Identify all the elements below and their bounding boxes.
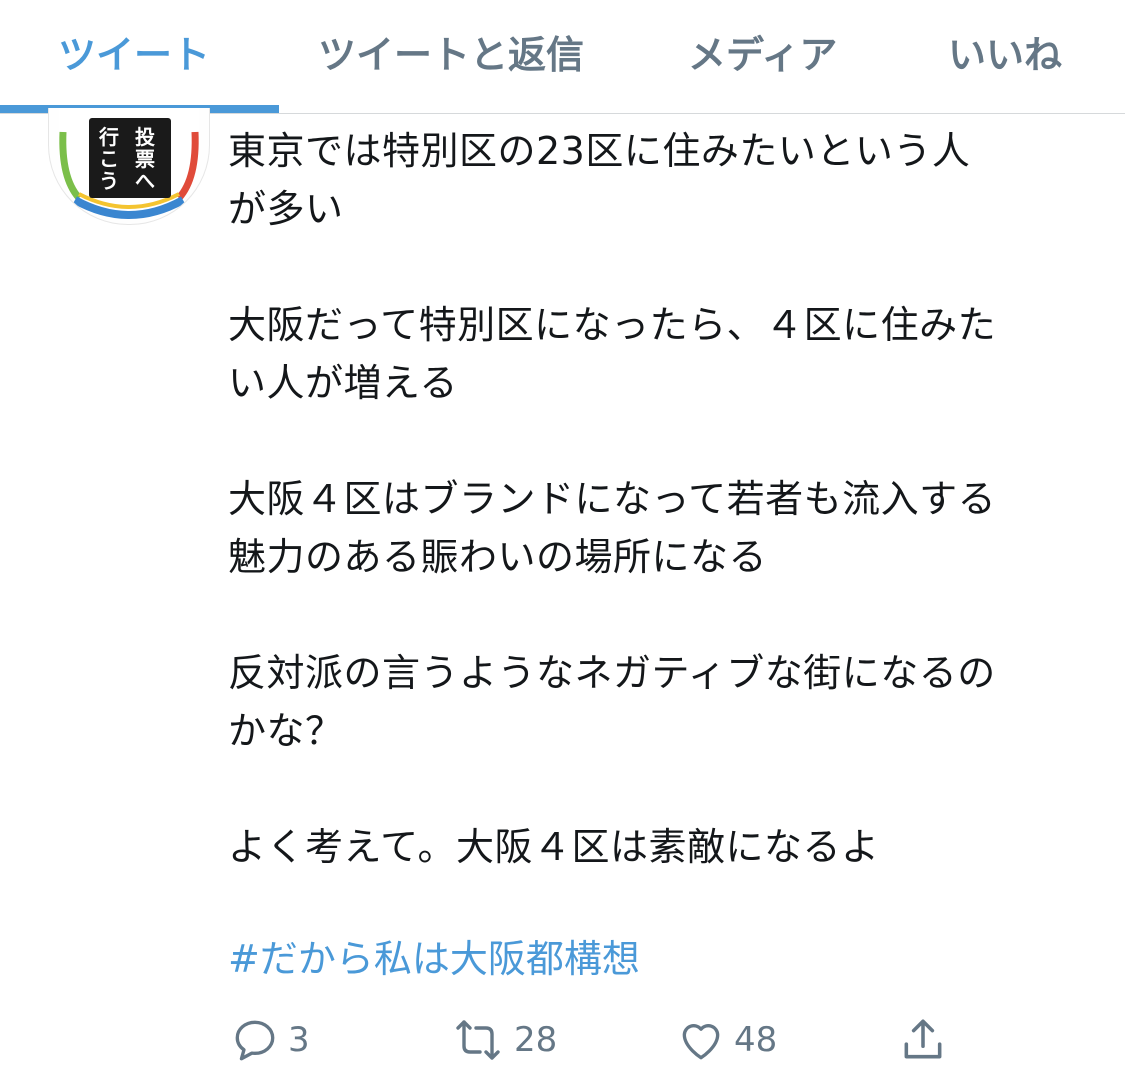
svg-text:行: 行 <box>98 125 119 149</box>
reply-icon <box>235 1020 275 1061</box>
tab-media[interactable]: メディア <box>688 24 837 79</box>
tab-tweets-and-replies[interactable]: ツイートと返信 <box>318 24 584 79</box>
avatar[interactable]: 投 票 へ 行 こ う <box>48 108 210 225</box>
tab-tweets[interactable]: ツイート <box>58 24 210 79</box>
tweet-text: 東京では特別区の23区に住みたいという人 が多い 大阪だって特別区になったら、４… <box>228 122 1098 934</box>
svg-text:へ: へ <box>135 169 155 193</box>
tab-likes[interactable]: いいね <box>948 24 1062 79</box>
tweet-actions: 3 28 48 <box>228 1010 1008 1070</box>
svg-text:票: 票 <box>135 147 155 171</box>
svg-text:こ: こ <box>99 147 119 171</box>
tweet-paragraph: 大阪だって特別区になったら、４区に住みた い人が増える <box>228 303 997 405</box>
like-button[interactable]: 48 <box>676 1010 777 1070</box>
tweet-paragraph: よく考えて。大阪４区は素敵になるよ <box>228 825 880 869</box>
heart-icon <box>682 1024 720 1060</box>
retweet-count: 28 <box>514 1020 558 1060</box>
reply-button[interactable]: 3 <box>230 1010 310 1070</box>
retweet-icon <box>456 1020 500 1060</box>
svg-text:投: 投 <box>135 125 155 149</box>
tweet-paragraph: 大阪４区はブランドになって若者も流入する 魅力のある賑わいの場所になる <box>228 477 997 579</box>
like-count: 48 <box>734 1020 778 1060</box>
share-icon <box>904 1019 942 1059</box>
tweet-paragraph: 東京では特別区の23区に住みたいという人 が多い <box>228 129 971 231</box>
hashtag-link[interactable]: #だから私は大阪都構想 <box>228 930 640 988</box>
reply-count: 3 <box>288 1020 310 1060</box>
svg-text:う: う <box>99 169 119 193</box>
retweet-button[interactable]: 28 <box>450 1010 557 1070</box>
onigiri-vote-icon: 投 票 へ 行 こ う <box>59 108 199 219</box>
share-button[interactable] <box>898 1010 948 1070</box>
tweet-paragraph: 反対派の言うようなネガティブな街になるの かな？ <box>228 651 996 753</box>
profile-tabs: ツイート ツイートと返信 メディア いいね <box>0 0 1125 114</box>
